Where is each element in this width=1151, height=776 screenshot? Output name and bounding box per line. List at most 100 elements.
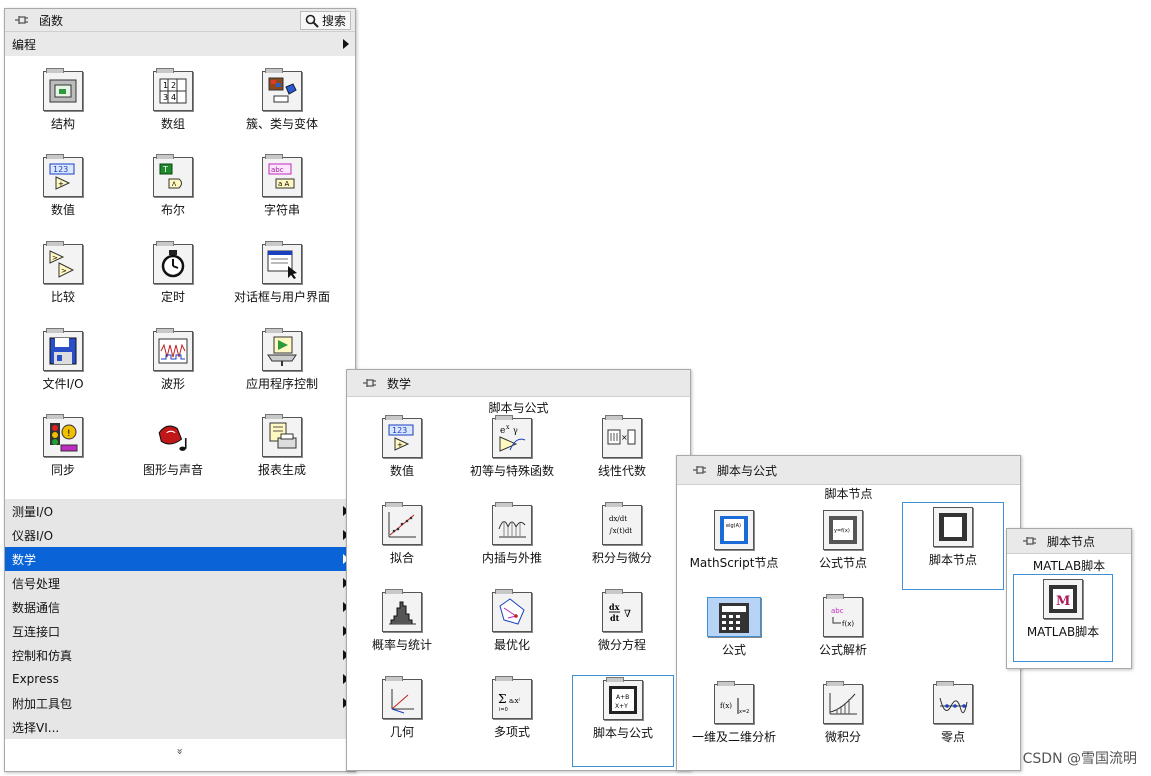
tile-zeroes[interactable]: 零点 xyxy=(898,680,1008,760)
category-programming[interactable]: 编程 xyxy=(5,32,355,56)
tile-label: 数组 xyxy=(160,117,185,131)
tile-structures[interactable]: 结构 xyxy=(8,67,118,147)
tile-geometry[interactable]: 几何 xyxy=(347,675,457,755)
svg-text:abc: abc xyxy=(831,607,844,615)
zeroes-icon xyxy=(933,681,973,724)
tile-label: 微积分 xyxy=(824,730,861,744)
category-mathematics[interactable]: 数学 xyxy=(5,547,355,571)
nodes-titlebar[interactable]: 脚本节点 xyxy=(1007,529,1131,554)
svg-text:1: 1 xyxy=(163,81,168,90)
tile-timing[interactable]: 定时 xyxy=(118,240,228,320)
category-label: 控制和仿真 xyxy=(12,648,73,663)
scripts-section-title: 脚本节点 xyxy=(824,487,873,501)
pin-icon[interactable] xyxy=(1021,534,1037,548)
scripts-title: 脚本与公式 xyxy=(717,463,778,478)
svg-text:e: e xyxy=(500,426,505,436)
svg-text:2: 2 xyxy=(171,81,176,90)
matlab-script-icon: M xyxy=(1043,579,1083,619)
tile-graphics-sound[interactable]: 图形与声音 xyxy=(118,413,228,493)
tile-label: 拟合 xyxy=(389,551,414,565)
search-label: 搜索 xyxy=(321,14,346,28)
tile-math-numeric[interactable]: 123 + 数值 xyxy=(347,414,457,494)
1d-2d-evaluation-icon: f(x) x=2 xyxy=(714,681,754,724)
tile-label: 数值 xyxy=(50,203,75,217)
tile-matlab-script[interactable]: M MATLAB脚本 xyxy=(1013,574,1113,662)
tile-calculus[interactable]: 微积分 xyxy=(788,680,898,760)
tile-report-generation[interactable]: 报表生成 xyxy=(227,413,337,493)
tile-probability-statistics[interactable]: 概率与统计 xyxy=(347,588,457,668)
tile-label: MATLAB脚本 xyxy=(1026,625,1100,639)
pin-icon[interactable] xyxy=(691,463,707,477)
tile-label: 零点 xyxy=(940,730,965,744)
scripts-titlebar[interactable]: 脚本与公式 xyxy=(677,456,1020,485)
tile-waveform[interactable]: 波形 xyxy=(118,327,228,407)
category-control-simulation[interactable]: 控制和仿真 xyxy=(5,643,355,667)
category-connectivity[interactable]: 互连接口 xyxy=(5,619,355,643)
tile-app-control[interactable]: 应用程序控制 xyxy=(227,327,337,407)
category-signal-processing[interactable]: 信号处理 xyxy=(5,571,355,595)
svg-text:X+Y: X+Y xyxy=(615,703,628,710)
array-icon: 1234 xyxy=(153,68,193,111)
tile-dialog-ui[interactable]: 对话框与用户界面 xyxy=(227,240,337,320)
tile-polynomial[interactable]: Σaᵢxⁱ i=0 多项式 xyxy=(457,675,567,755)
svg-text:123: 123 xyxy=(53,165,68,174)
category-addons[interactable]: 附加工具包 xyxy=(5,691,355,715)
category-express[interactable]: Express xyxy=(5,667,355,691)
timing-icon xyxy=(153,241,193,284)
tile-label: 结构 xyxy=(50,117,75,131)
functions-titlebar[interactable]: 函数 搜索 xyxy=(5,9,355,32)
tile-integration-differentiation[interactable]: dx/dt ∫x(t)dt 积分与微分 xyxy=(567,501,677,581)
tile-1d-2d-evaluation[interactable]: f(x) x=2 一维及二维分析 xyxy=(679,680,789,760)
category-data-communication[interactable]: 数据通信 xyxy=(5,595,355,619)
tile-label: 报表生成 xyxy=(257,463,306,477)
tile-boolean[interactable]: TΛ 布尔 xyxy=(118,153,228,233)
tile-differential-equations[interactable]: dx dt ∇ 微分方程 xyxy=(567,588,677,668)
pin-icon[interactable] xyxy=(13,13,29,27)
math-title: 数学 xyxy=(387,376,412,391)
tile-synchronization[interactable]: ! 同步 xyxy=(8,413,118,493)
tile-comparison[interactable]: > > 比较 xyxy=(8,240,118,320)
nodes-palette: 脚本节点 MATLAB脚本 M MATLAB脚本 xyxy=(1006,528,1132,669)
category-measurement-io[interactable]: 测量I/O xyxy=(5,499,355,523)
tile-file-io[interactable]: 文件I/O xyxy=(8,327,118,407)
category-select-vi[interactable]: 选择VI... xyxy=(5,715,355,739)
tile-script-node[interactable]: 脚本节点 xyxy=(902,502,1004,590)
category-label: 仪器I/O xyxy=(12,528,54,543)
tile-label: 多项式 xyxy=(493,725,530,739)
tile-elementary-special[interactable]: exγ 初等与特殊函数 xyxy=(457,414,567,494)
search-button[interactable]: 搜索 xyxy=(299,11,351,30)
pin-icon[interactable] xyxy=(361,376,377,390)
category-label: 编程 xyxy=(12,37,37,52)
tile-mathscript-node[interactable]: eig(A) MathScript节点 xyxy=(679,506,789,586)
boolean-icon: TΛ xyxy=(153,154,193,197)
tile-label: 图形与声音 xyxy=(142,463,203,477)
tile-label: 积分与微分 xyxy=(591,551,652,565)
tile-linear-algebra[interactable]: × 线性代数 xyxy=(567,414,677,494)
tile-label: 线性代数 xyxy=(597,464,646,478)
tile-label: 概率与统计 xyxy=(371,638,432,652)
tile-script-formula[interactable]: A+B X+Y 脚本与公式 xyxy=(572,675,674,767)
category-label: 测量I/O xyxy=(12,504,54,519)
category-instrument-io[interactable]: 仪器I/O xyxy=(5,523,355,547)
tile-cluster-class-variant[interactable]: 簇、类与变体 xyxy=(227,67,337,147)
tile-label: 字符串 xyxy=(263,203,300,217)
svg-text:a A: a A xyxy=(278,180,290,188)
tile-formula[interactable]: 公式 xyxy=(679,593,789,673)
tile-label: 文件I/O xyxy=(42,377,84,391)
svg-text:eig(A): eig(A) xyxy=(726,523,741,529)
tile-numeric[interactable]: 123 + 数值 xyxy=(8,153,118,233)
formula-icon xyxy=(707,597,761,637)
math-titlebar[interactable]: 数学 xyxy=(347,370,690,397)
tile-label: 脚本与公式 xyxy=(592,726,653,740)
tile-formula-node[interactable]: y=f(x) 公式节点 xyxy=(788,506,898,586)
svg-text:!: ! xyxy=(67,429,71,439)
file-io-icon xyxy=(43,328,83,371)
tile-label: 应用程序控制 xyxy=(245,377,318,391)
tile-fitting[interactable]: 拟合 xyxy=(347,501,457,581)
tile-interpolation[interactable]: 内插与外推 xyxy=(457,501,567,581)
tile-formula-parsing[interactable]: abc f(x) 公式解析 xyxy=(788,593,898,673)
tile-optimization[interactable]: 最优化 xyxy=(457,588,567,668)
tile-string[interactable]: abc a A 字符串 xyxy=(227,153,337,233)
expand-more-icon[interactable]: » xyxy=(174,742,187,762)
tile-array[interactable]: 1234 数组 xyxy=(118,67,228,147)
